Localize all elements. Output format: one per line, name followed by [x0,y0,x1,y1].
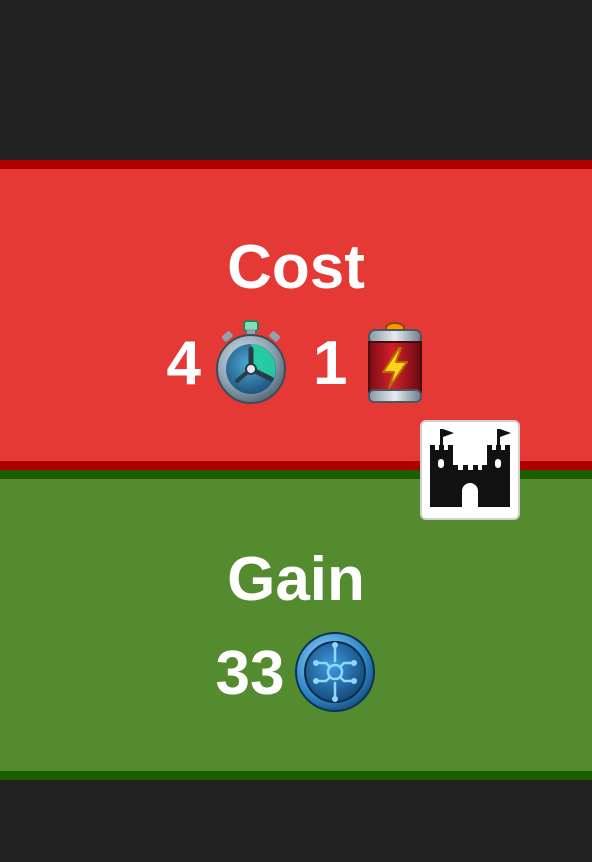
gain-title: Gain [227,545,365,614]
time-cost-amount: 4 [166,329,201,398]
gain-row: 33 [0,629,592,719]
castle-icon [426,425,514,516]
cost-title: Cost [227,233,365,302]
circuit-coin-icon [294,631,376,718]
castle-badge[interactable] [420,420,520,520]
cost-row: 4 1 [0,319,592,409]
battery-icon [365,320,425,409]
coin-gain-amount: 33 [215,639,285,708]
stopwatch-icon [213,319,289,410]
energy-cost-amount: 1 [313,329,348,398]
